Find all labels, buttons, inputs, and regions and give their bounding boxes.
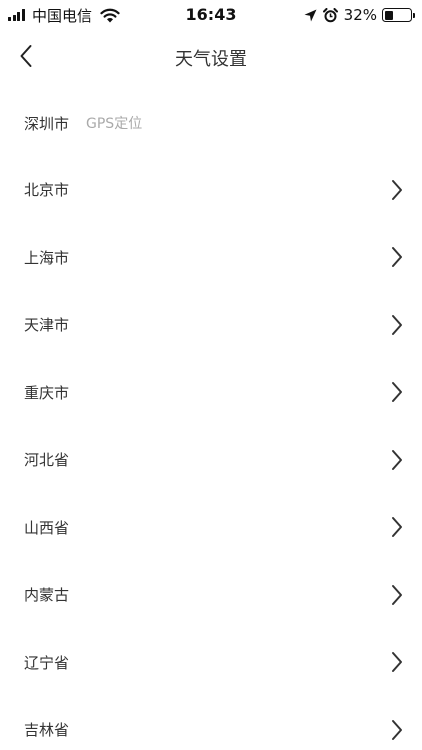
chevron-right-icon (392, 719, 402, 740)
chevron-right-icon (392, 179, 402, 200)
status-right: 32% (304, 6, 415, 24)
back-button[interactable] (10, 40, 42, 72)
region-label: 山西省 (24, 518, 70, 537)
gps-location-row[interactable]: 深圳市 GPS定位 (0, 100, 422, 146)
chevron-right-icon (392, 652, 402, 673)
region-item[interactable]: 辽宁省 (0, 629, 422, 697)
region-item[interactable]: 河北省 (0, 426, 422, 494)
battery-percent: 32% (343, 6, 377, 24)
region-label: 重庆市 (24, 383, 70, 402)
battery-level (384, 10, 393, 20)
region-item[interactable]: 山西省 (0, 494, 422, 562)
chevron-right-icon (392, 449, 402, 470)
navigation-bar: 天气设置 (0, 30, 422, 82)
chevron-right-icon (392, 314, 402, 335)
chevron-right-icon (392, 584, 402, 605)
gps-city: 深圳市 (24, 114, 70, 133)
region-list: 北京市上海市天津市重庆市河北省山西省内蒙古辽宁省吉林省 (0, 156, 422, 750)
chevron-right-icon (392, 247, 402, 268)
region-label: 上海市 (24, 248, 70, 267)
battery-icon (382, 8, 415, 22)
chevron-right-icon (392, 382, 402, 403)
chevron-right-icon (392, 517, 402, 538)
region-label: 北京市 (24, 181, 70, 200)
alarm-icon (322, 7, 338, 22)
region-item[interactable]: 内蒙古 (0, 561, 422, 629)
region-item[interactable]: 北京市 (0, 156, 422, 224)
status-bar: 中国电信 16:43 32% (0, 0, 422, 30)
region-item[interactable]: 吉林省 (0, 696, 422, 750)
region-item[interactable]: 重庆市 (0, 359, 422, 427)
chevron-left-icon (20, 45, 32, 67)
region-label: 内蒙古 (24, 586, 70, 605)
region-label: 吉林省 (24, 721, 70, 740)
region-label: 天津市 (24, 316, 70, 335)
region-label: 辽宁省 (24, 653, 70, 672)
region-label: 河北省 (24, 451, 70, 470)
region-item[interactable]: 上海市 (0, 224, 422, 292)
gps-label: GPS定位 (86, 116, 143, 132)
location-arrow-icon (304, 9, 317, 21)
page-title: 天气设置 (175, 49, 247, 70)
region-item[interactable]: 天津市 (0, 291, 422, 359)
